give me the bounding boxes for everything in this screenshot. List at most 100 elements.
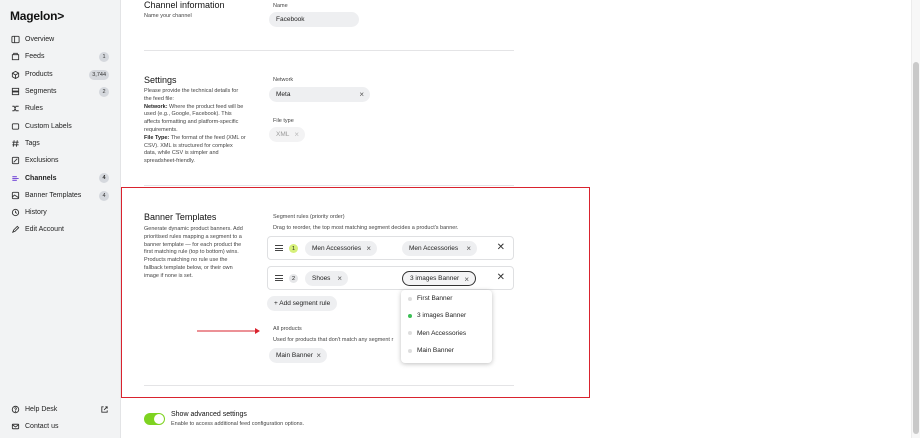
remove-rule-icon[interactable]: ✕: [497, 242, 505, 254]
section-divider: [144, 385, 514, 386]
sidebar-item-channels[interactable]: Channels 4: [0, 169, 121, 186]
banner-select[interactable]: 3 images Banner ×: [402, 271, 476, 286]
fallback-banner-value: Main Banner: [276, 352, 313, 359]
sidebar-item-products[interactable]: Products 3,744: [0, 66, 121, 83]
history-icon: [10, 208, 20, 218]
sidebar-item-banner-templates[interactable]: Banner Templates 4: [0, 187, 121, 204]
priority-badge: 2: [289, 274, 298, 283]
option-label: Main Banner: [417, 347, 454, 355]
edit-account-icon: [10, 225, 20, 235]
segment-value: Shoes: [312, 275, 331, 282]
network-label: Network: [273, 77, 294, 83]
fallback-banner-select[interactable]: Main Banner ×: [269, 348, 327, 363]
sidebar-item-label: Products: [25, 70, 53, 78]
sidebar-item-custom-labels[interactable]: Custom Labels: [0, 117, 121, 134]
sidebar-item-label: Segments: [25, 88, 57, 96]
sidebar-item-history[interactable]: History: [0, 204, 121, 221]
option-label: Men Accessories: [417, 329, 467, 337]
external-link-icon: [100, 405, 109, 414]
dropdown-option[interactable]: 3 images Banner: [401, 307, 492, 324]
clear-segment-icon[interactable]: ×: [337, 274, 342, 283]
overview-icon: [10, 35, 20, 45]
products-icon: [10, 69, 20, 79]
sidebar-item-label: Overview: [25, 36, 55, 44]
sidebar-item-label: Feeds: [25, 53, 45, 61]
option-label: First Banner: [417, 295, 453, 303]
annotation-arrow-icon: [197, 328, 260, 334]
segment-select[interactable]: Men Accessories ×: [305, 241, 377, 256]
dropdown-option[interactable]: First Banner: [401, 290, 492, 307]
option-dot-icon: [408, 331, 412, 336]
sidebar-item-tags[interactable]: Tags: [0, 135, 121, 152]
clear-banner-icon[interactable]: ×: [466, 244, 471, 253]
segment-rule-row[interactable]: 2 Shoes × 3 images Banner × ✕: [267, 266, 514, 290]
clear-banner-icon[interactable]: ×: [464, 275, 469, 284]
filetype-term: File Type:: [144, 134, 170, 141]
main-scrollbar[interactable]: [911, 0, 920, 438]
settings-desc: Please provide the technical details for…: [144, 88, 246, 166]
network-select[interactable]: Meta ×: [269, 87, 370, 102]
banner-select[interactable]: Men Accessories ×: [402, 241, 477, 256]
sidebar-item-contact-us[interactable]: Contact us: [0, 418, 121, 435]
advanced-settings-help: Enable to access additional feed configu…: [171, 421, 305, 427]
sidebar-item-label: Channels: [25, 174, 57, 182]
segment-value: Men Accessories: [312, 245, 362, 252]
sidebar-item-overview[interactable]: Overview: [0, 31, 121, 48]
sidebar-item-label: Banner Templates: [25, 191, 82, 199]
sidebar-item-segments[interactable]: Segments 2: [0, 83, 121, 100]
remove-rule-icon[interactable]: ✕: [497, 272, 505, 284]
app-logo[interactable]: Magelon>: [10, 9, 64, 23]
add-segment-rule-button[interactable]: + Add segment rule: [267, 296, 338, 311]
dropdown-option[interactable]: Men Accessories: [401, 325, 492, 342]
file-type-select[interactable]: XML ×: [269, 127, 305, 142]
channel-name-input[interactable]: Facebook: [269, 12, 359, 27]
clear-network-icon[interactable]: ×: [359, 90, 364, 99]
option-dot-icon: [408, 313, 412, 318]
banner-templates-desc: Generate dynamic product banners. Add pr…: [144, 226, 243, 279]
network-term: Network:: [144, 103, 168, 110]
segment-rules-help: Drag to reorder, the top most matching s…: [273, 225, 459, 231]
sidebar-item-label: History: [25, 209, 47, 217]
sidebar-item-edit-account[interactable]: Edit Account: [0, 221, 121, 238]
drag-handle-icon[interactable]: [275, 275, 283, 281]
products-count-badge: 3,744: [89, 69, 109, 80]
sidebar-item-label: Custom Labels: [25, 122, 72, 130]
dropdown-option[interactable]: Main Banner: [401, 342, 492, 359]
drag-handle-icon[interactable]: [275, 245, 283, 251]
channel-info-desc: Name your channel: [144, 13, 192, 19]
sidebar-item-help-desk[interactable]: Help Desk: [0, 401, 121, 418]
help-icon: [10, 405, 20, 415]
section-divider: [144, 50, 514, 51]
sidebar: Magelon> Overview Feeds 1 Products 3,744…: [0, 0, 121, 438]
scrollbar-thumb[interactable]: [913, 62, 919, 434]
priority-badge: 1: [289, 244, 298, 253]
option-dot-icon: [408, 296, 412, 301]
settings-title: Settings: [144, 75, 177, 85]
banner-value: Men Accessories: [409, 245, 459, 252]
segment-rules-label: Segment rules (priority order): [273, 214, 345, 220]
clear-segment-icon[interactable]: ×: [366, 244, 371, 253]
channels-count-badge: 4: [99, 173, 109, 184]
rules-icon: [10, 104, 20, 114]
sidebar-item-label: Edit Account: [25, 226, 64, 234]
sidebar-item-label: Exclusions: [25, 157, 59, 165]
sidebar-item-exclusions[interactable]: Exclusions: [0, 152, 121, 169]
option-dot-icon: [408, 348, 412, 353]
all-products-help: Used for products that don't match any s…: [273, 337, 394, 343]
tags-icon: [10, 138, 20, 148]
sidebar-item-feeds[interactable]: Feeds 1: [0, 48, 121, 65]
banner-templates-icon: [10, 190, 20, 200]
segment-select[interactable]: Shoes ×: [305, 271, 348, 286]
advanced-settings-toggle[interactable]: [144, 413, 165, 425]
sidebar-item-rules[interactable]: Rules: [0, 100, 121, 117]
segments-count-badge: 2: [99, 86, 109, 97]
banner-templates-title: Banner Templates: [144, 212, 217, 222]
sidebar-item-label: Tags: [25, 139, 40, 147]
segments-icon: [10, 87, 20, 97]
toggle-knob: [154, 414, 164, 424]
segment-rule-row[interactable]: 1 Men Accessories × Men Accessories × ✕: [267, 236, 514, 260]
file-type-value: XML: [276, 131, 290, 138]
banner-value: 3 images Banner: [410, 275, 460, 282]
clear-file-type-icon[interactable]: ×: [294, 130, 299, 139]
clear-fallback-icon[interactable]: ×: [316, 351, 321, 360]
